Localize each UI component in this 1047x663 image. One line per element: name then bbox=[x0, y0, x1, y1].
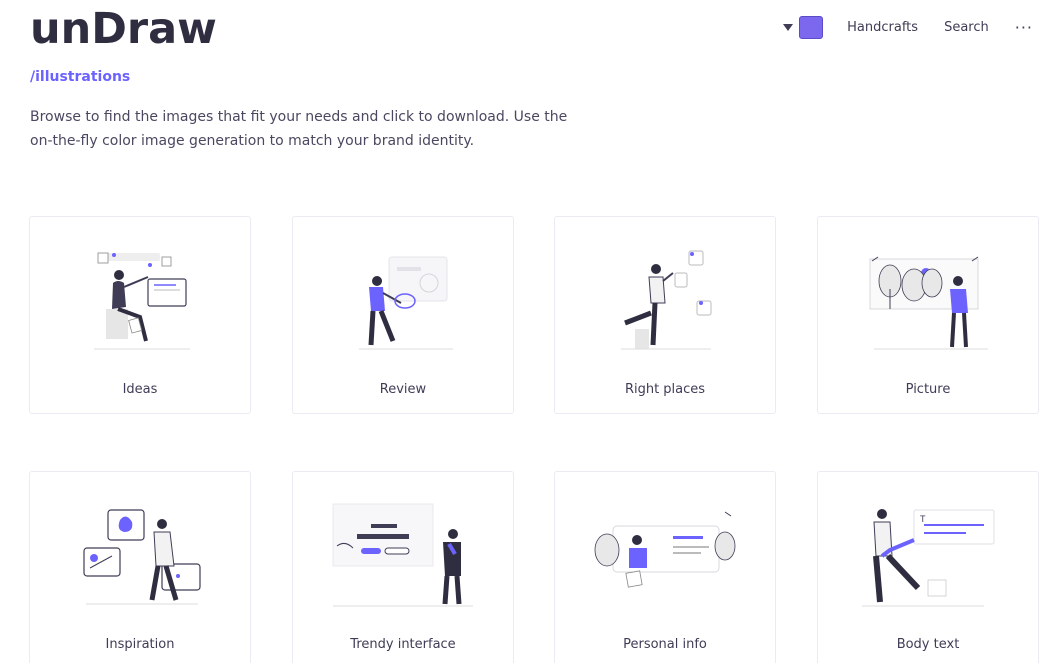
illustration-card-inspiration[interactable]: Inspiration bbox=[29, 471, 251, 663]
card-label: Right places bbox=[624, 382, 706, 397]
card-label: Trendy interface bbox=[350, 637, 456, 652]
more-menu-icon[interactable]: ··· bbox=[1015, 18, 1033, 37]
top-nav: Handcrafts Search ··· bbox=[783, 14, 1033, 40]
ideas-illustration bbox=[94, 252, 190, 350]
illustration-card-body-text[interactable]: T Body text bbox=[817, 471, 1039, 663]
review-illustration bbox=[359, 256, 453, 350]
caret-down-icon[interactable] bbox=[783, 23, 794, 31]
illustration-card-right-places[interactable]: Right places bbox=[554, 216, 776, 414]
personal-info-illustration bbox=[594, 511, 736, 588]
inspiration-illustration bbox=[83, 509, 201, 605]
trendy-interface-illustration bbox=[332, 503, 473, 607]
card-label: Picture bbox=[905, 382, 951, 397]
illustration-card-personal-info[interactable]: Personal info bbox=[554, 471, 776, 663]
page-subtitle[interactable]: /illustrations bbox=[30, 69, 130, 85]
card-label: Body text bbox=[896, 637, 960, 652]
nav-handcrafts-link[interactable]: Handcrafts bbox=[847, 20, 918, 35]
color-picker-swatch[interactable] bbox=[799, 15, 824, 39]
card-label: Personal info bbox=[623, 637, 707, 652]
card-label: Inspiration bbox=[105, 637, 175, 652]
card-label: Review bbox=[379, 382, 427, 397]
illustration-card-ideas[interactable]: Ideas bbox=[29, 216, 251, 414]
illustration-card-review[interactable]: Review bbox=[292, 216, 514, 414]
svg-text:T: T bbox=[920, 514, 926, 524]
card-label: Ideas bbox=[122, 382, 158, 397]
body-text-illustration: T bbox=[862, 509, 995, 607]
illustration-card-picture[interactable]: Picture bbox=[817, 216, 1039, 414]
logo[interactable]: unDraw bbox=[30, 4, 217, 54]
nav-search-link[interactable]: Search bbox=[944, 20, 989, 35]
intro-text: Browse to find the images that fit your … bbox=[30, 109, 568, 149]
illustration-card-trendy-interface[interactable]: Trendy interface bbox=[292, 471, 514, 663]
right-places-illustration bbox=[621, 250, 712, 350]
picture-illustration bbox=[869, 256, 988, 350]
